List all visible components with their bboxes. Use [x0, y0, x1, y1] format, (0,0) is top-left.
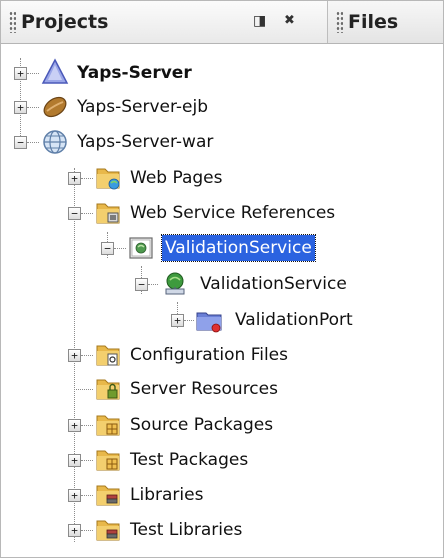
ejb-module-icon: [43, 96, 67, 118]
node-label: ValidationPort: [235, 310, 353, 330]
expand-toggle[interactable]: +: [68, 524, 81, 537]
port-icon: [196, 312, 222, 333]
node-label: Libraries: [130, 485, 204, 505]
node-label: Source Packages: [130, 415, 274, 435]
projects-window: Projects ◨ ✖ Files + Yaps-Server + Yaps-…: [0, 0, 444, 558]
expand-toggle[interactable]: +: [68, 489, 81, 502]
close-window-icon[interactable]: ✖: [284, 13, 295, 28]
tree-connector: [81, 355, 93, 356]
collapse-toggle[interactable]: −: [68, 207, 81, 220]
expand-toggle[interactable]: +: [171, 314, 184, 327]
tab-label: Files: [348, 11, 399, 33]
expand-toggle[interactable]: +: [14, 67, 27, 80]
tab-label: Projects: [21, 11, 109, 33]
web-project-globe-icon: [43, 130, 67, 154]
test-libraries-folder-icon: [96, 520, 120, 541]
tree-connector: [81, 178, 93, 179]
node-label: ValidationService: [161, 234, 316, 262]
node-label: Yaps-Server-ejb: [77, 97, 209, 117]
expand-toggle[interactable]: +: [68, 419, 81, 432]
node-label: Configuration Files: [130, 345, 288, 365]
tree-connector: [27, 73, 39, 74]
tree-connector: [184, 320, 194, 321]
tree-connector: [27, 107, 39, 108]
libraries-folder-icon: [96, 485, 120, 506]
node-label: Web Service References: [130, 203, 336, 223]
project-tree: + Yaps-Server + Yaps-Server-ejb − Yaps-S…: [1, 44, 443, 557]
configuration-files-folder-icon: [96, 345, 120, 366]
node-label: Web Pages: [130, 168, 223, 188]
minimize-window-icon[interactable]: ◨: [253, 13, 266, 29]
tree-connector: [27, 142, 39, 143]
tab-files[interactable]: Files: [328, 1, 443, 43]
server-resources-folder-icon: [96, 379, 120, 400]
tab-projects[interactable]: Projects ◨ ✖: [1, 1, 328, 43]
expand-toggle[interactable]: +: [68, 349, 81, 362]
maven-pom-project-icon: [41, 58, 69, 84]
node-label: ValidationService: [200, 274, 347, 294]
tree-connector: [148, 284, 158, 285]
collapse-toggle[interactable]: −: [135, 278, 148, 291]
node-label: Test Libraries: [130, 520, 243, 540]
expand-toggle[interactable]: +: [68, 454, 81, 467]
expand-toggle[interactable]: +: [68, 172, 81, 185]
tree-connector: [74, 389, 93, 390]
tree-connector: [81, 425, 93, 426]
tab-bar: Projects ◨ ✖ Files: [1, 1, 443, 44]
tree-connector: [81, 495, 93, 496]
collapse-toggle[interactable]: −: [101, 242, 114, 255]
test-packages-folder-icon: [96, 450, 120, 471]
tree-connector: [81, 460, 93, 461]
source-packages-folder-icon: [96, 415, 120, 436]
drag-grip-icon[interactable]: [9, 11, 16, 33]
node-label: Yaps-Server: [77, 63, 192, 83]
drag-grip-icon[interactable]: [336, 11, 343, 33]
web-pages-folder-icon: [96, 168, 120, 190]
node-label: Server Resources: [130, 379, 278, 399]
tree-connector: [81, 530, 93, 531]
node-label: Test Packages: [130, 450, 249, 470]
web-service-icon: [165, 272, 185, 295]
web-service-reference-icon: [129, 237, 153, 259]
node-label: Yaps-Server-war: [77, 132, 214, 152]
collapse-toggle[interactable]: −: [14, 136, 27, 149]
tree-connector: [114, 248, 126, 249]
web-service-references-folder-icon: [96, 203, 120, 224]
expand-toggle[interactable]: +: [14, 101, 27, 114]
tree-connector: [81, 213, 93, 214]
